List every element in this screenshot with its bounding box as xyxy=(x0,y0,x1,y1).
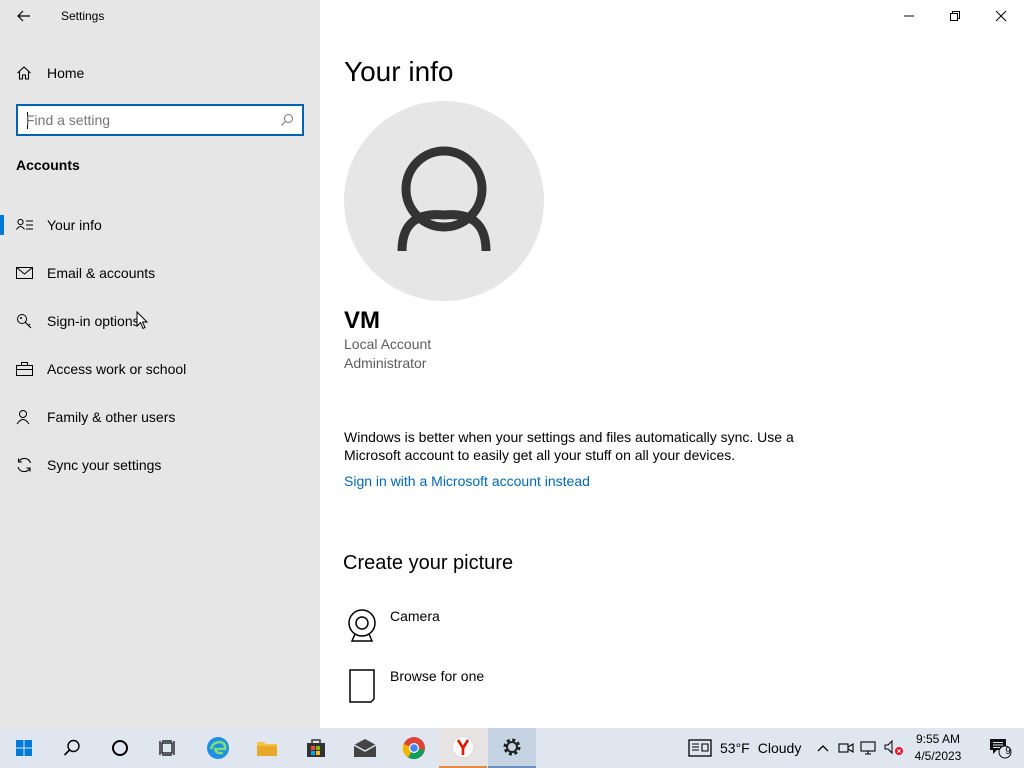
chrome-icon xyxy=(402,737,425,760)
search-input[interactable] xyxy=(26,111,276,129)
user-name: VM xyxy=(344,307,380,334)
gear-icon xyxy=(503,738,521,756)
active-indicator xyxy=(0,215,4,235)
clock-date: 4/5/2023 xyxy=(914,749,962,763)
cortana-button[interactable] xyxy=(96,728,144,768)
minimize-icon xyxy=(904,15,914,17)
store-icon xyxy=(307,739,325,757)
volume-muted-icon xyxy=(884,740,903,755)
sidebar-item-label: Email & accounts xyxy=(47,265,156,281)
key-icon xyxy=(17,314,32,329)
camera-icon xyxy=(348,609,376,642)
sidebar-item-label: Access work or school xyxy=(47,361,187,377)
news-icon xyxy=(688,739,712,757)
store-button[interactable] xyxy=(292,728,340,768)
briefcase-icon xyxy=(16,362,33,376)
edge-icon xyxy=(207,737,229,759)
cortana-icon xyxy=(112,740,128,756)
camera-label: Camera xyxy=(390,608,440,624)
sidebar-item-label: Family & other users xyxy=(47,409,176,425)
sidebar-item-family-users[interactable]: Family & other users xyxy=(0,397,320,437)
mail-app-icon xyxy=(353,739,377,757)
mouse-pointer-icon xyxy=(136,311,148,330)
file-explorer-button[interactable] xyxy=(243,728,291,768)
back-arrow-icon xyxy=(17,10,30,22)
sidebar-item-your-info[interactable]: Your info xyxy=(0,205,320,245)
restore-button[interactable] xyxy=(932,0,978,32)
title-bar: Settings xyxy=(0,0,320,32)
sync-message: Windows is better when your settings and… xyxy=(344,429,794,463)
clock-time: 9:55 AM xyxy=(915,732,961,746)
weather-widget[interactable]: 53°F Cloudy xyxy=(688,728,801,768)
sidebar-item-email-accounts[interactable]: Email & accounts xyxy=(0,253,320,293)
chrome-button[interactable] xyxy=(390,728,438,768)
edge-button[interactable] xyxy=(194,728,242,768)
search-box[interactable] xyxy=(16,104,304,136)
sidebar-item-sign-in-options[interactable]: Sign-in options xyxy=(0,301,320,341)
clock[interactable]: 9:55 AM 4/5/2023 xyxy=(908,731,968,765)
meet-now-button[interactable] xyxy=(836,728,856,768)
sidebar-item-label: Sign-in options xyxy=(47,313,140,329)
camera-option[interactable]: Camera xyxy=(344,608,644,648)
mail-icon xyxy=(16,267,33,279)
mail-button[interactable] xyxy=(341,728,389,768)
person-add-icon xyxy=(16,410,30,425)
weather-temp: 53°F xyxy=(720,740,750,756)
create-picture-heading: Create your picture xyxy=(343,552,514,574)
sidebar-item-sync-settings[interactable]: Sync your settings xyxy=(0,445,320,485)
home-icon xyxy=(17,66,31,80)
user-silhouette-icon xyxy=(397,146,491,252)
section-title: Accounts xyxy=(16,157,80,173)
search-icon[interactable] xyxy=(280,113,294,127)
sidebar-item-label: Your info xyxy=(47,217,102,233)
network-button[interactable] xyxy=(858,728,880,768)
start-button[interactable] xyxy=(0,728,48,768)
page-title: Your info xyxy=(344,56,454,87)
minimize-button[interactable] xyxy=(886,0,932,32)
windows-logo-icon xyxy=(16,740,32,756)
yandex-icon xyxy=(452,736,474,758)
taskbar: 53°F Cloudy 9:55 AM 4/5/2023 9 xyxy=(0,728,1024,768)
home-nav-item[interactable]: Home xyxy=(0,57,320,89)
notification-count: 9 xyxy=(1005,746,1011,757)
back-button[interactable] xyxy=(8,0,40,32)
volume-button[interactable] xyxy=(882,728,906,768)
sidebar: Settings Home Accounts Your info Email &… xyxy=(0,0,320,728)
settings-taskbar-button[interactable] xyxy=(488,728,536,768)
task-view-icon xyxy=(159,740,175,756)
sidebar-item-label: Sync your settings xyxy=(47,457,162,473)
weather-condition: Cloudy xyxy=(757,740,802,756)
task-view-button[interactable] xyxy=(144,728,192,768)
account-role: Administrator xyxy=(344,355,427,371)
avatar xyxy=(344,101,544,301)
browse-option[interactable]: Browse for one xyxy=(344,668,644,708)
close-icon xyxy=(995,10,1007,22)
taskbar-search-button[interactable] xyxy=(48,728,96,768)
browse-label: Browse for one xyxy=(390,668,485,684)
close-button[interactable] xyxy=(978,0,1024,32)
account-type: Local Account xyxy=(344,336,432,352)
sync-icon xyxy=(17,457,32,473)
search-icon xyxy=(63,739,80,756)
file-icon xyxy=(349,669,375,703)
microsoft-signin-link[interactable]: Sign in with a Microsoft account instead xyxy=(344,473,590,489)
person-list-icon xyxy=(16,218,33,230)
restore-icon xyxy=(950,11,960,21)
network-icon xyxy=(860,741,876,755)
app-title: Settings xyxy=(61,9,105,23)
show-hidden-icons-button[interactable] xyxy=(812,728,834,768)
sidebar-item-access-work-school[interactable]: Access work or school xyxy=(0,349,320,389)
home-label: Home xyxy=(47,65,85,81)
yandex-browser-button[interactable] xyxy=(439,728,487,768)
folder-icon xyxy=(257,742,277,756)
meet-now-icon xyxy=(838,743,854,753)
action-center-button[interactable]: 9 xyxy=(976,728,1024,768)
chevron-up-icon xyxy=(817,745,829,752)
